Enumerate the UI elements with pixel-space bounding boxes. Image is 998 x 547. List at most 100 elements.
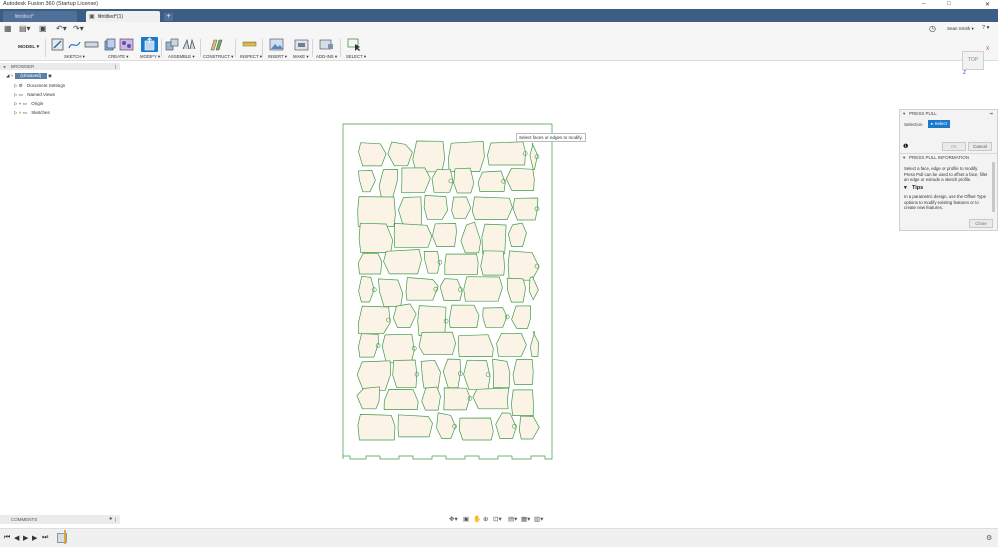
step-back-icon[interactable]: ◀ [14, 534, 19, 542]
sketch-profile[interactable] [421, 386, 441, 411]
sketch-profile[interactable] [397, 414, 433, 438]
sketch-profile[interactable] [511, 389, 534, 416]
grid-settings-icon[interactable]: ▦▾ [521, 515, 530, 523]
sketch-profile[interactable] [356, 360, 392, 391]
sketch-profile[interactable] [378, 169, 398, 198]
sketch-profile[interactable] [496, 333, 527, 357]
sketch-profile[interactable] [512, 197, 539, 221]
sketch-profile[interactable] [506, 277, 526, 303]
timeline-marker[interactable] [64, 530, 66, 544]
go-to-end-icon[interactable]: ⏭ [42, 534, 48, 542]
pan-icon[interactable]: ✋ [473, 515, 481, 523]
sketch-profile[interactable] [492, 358, 511, 389]
sketch-profile[interactable] [401, 167, 431, 194]
sketch-profile[interactable] [383, 389, 419, 410]
sketch-profile[interactable] [412, 140, 446, 173]
sketch-profile[interactable] [477, 170, 506, 192]
cancel-button[interactable]: Cancel [968, 142, 992, 151]
sketch-profile[interactable] [420, 359, 441, 389]
add-comment-icon[interactable]: ● [109, 516, 112, 522]
zoom-icon[interactable]: ⊕ [483, 515, 488, 523]
sketch-profile[interactable] [444, 253, 479, 276]
go-to-start-icon[interactable]: ⏮ [4, 534, 10, 542]
sketch-profile[interactable] [392, 359, 418, 389]
sketch-profile[interactable] [439, 278, 463, 301]
tips-toggle-icon[interactable]: ▾ [904, 185, 907, 191]
sketch-profile[interactable] [405, 277, 439, 301]
orbit-icon[interactable]: ✥▾ [449, 515, 458, 523]
voronoi-profiles[interactable] [356, 140, 540, 441]
sketch-profile[interactable] [358, 305, 391, 335]
play-icon[interactable]: ▶ [23, 534, 28, 542]
viewcube-face-top[interactable]: TOP [962, 51, 984, 70]
sketch-profile[interactable] [423, 251, 440, 274]
sketch-profile[interactable] [507, 222, 527, 247]
look-at-icon[interactable]: ▣ [463, 515, 469, 523]
sketch-profile[interactable] [418, 331, 456, 356]
sketch-profile[interactable] [358, 275, 375, 303]
sketch-profile[interactable] [529, 142, 538, 171]
collapse-icon[interactable]: ▾ [903, 111, 905, 117]
sketch-profile[interactable] [471, 196, 513, 220]
sketch-profile[interactable] [356, 386, 380, 410]
viewcube[interactable]: X Z TOP [958, 46, 994, 76]
cursor-arrow-icon: ▸ [930, 121, 934, 126]
sketch-profile[interactable] [431, 168, 454, 193]
sketch-profile[interactable] [432, 223, 457, 247]
sketch-profile[interactable] [448, 304, 480, 328]
sketch-profile[interactable] [358, 170, 376, 193]
sketch-profile[interactable] [482, 307, 508, 328]
close-button[interactable]: Close [969, 219, 993, 228]
info-icon[interactable]: ❶ [903, 143, 908, 150]
viewports-icon[interactable]: ▥▾ [534, 515, 543, 523]
sketch-profile[interactable] [511, 305, 531, 329]
pin-icon[interactable]: | [115, 517, 116, 522]
sketch-profile[interactable] [383, 249, 422, 275]
sketch-profile[interactable] [393, 303, 417, 328]
fit-icon[interactable]: ⊡▾ [493, 515, 502, 523]
sketch-profile[interactable] [487, 141, 526, 166]
scrollbar[interactable] [992, 162, 995, 212]
ok-button[interactable]: OK [942, 142, 966, 151]
sketch-profile[interactable] [472, 387, 510, 410]
expand-dialog-icon[interactable]: ⇥ [989, 111, 993, 117]
sketch-profile[interactable] [495, 412, 517, 439]
comments-panel[interactable]: COMMENTS ● | [0, 515, 120, 524]
sketch-profile[interactable] [398, 196, 422, 227]
sketch-profile[interactable] [453, 167, 475, 194]
design-canvas[interactable] [0, 0, 998, 546]
sketch-profile[interactable] [460, 221, 482, 254]
sketch-profile[interactable] [518, 415, 540, 440]
sketch-profile[interactable] [530, 331, 540, 357]
sketch-profile[interactable] [507, 250, 540, 281]
sketch-profile[interactable] [358, 333, 379, 358]
sketch-profile[interactable] [505, 167, 535, 191]
sketch-profile[interactable] [459, 417, 494, 441]
sketch-profile[interactable] [358, 142, 387, 167]
sketch-profile[interactable] [448, 140, 485, 172]
sketch-profile[interactable] [443, 387, 471, 411]
sketch-profile[interactable] [463, 276, 503, 302]
timeline-settings-icon[interactable]: ⚙ [986, 534, 992, 542]
sketch-profile[interactable] [451, 196, 472, 219]
sketch-profile[interactable] [481, 223, 507, 255]
sketch-profile[interactable] [512, 358, 534, 385]
sketch-profile[interactable] [423, 195, 448, 220]
sketch-profile[interactable] [417, 305, 447, 336]
sketch-profile[interactable] [357, 414, 396, 441]
sketch-profile[interactable] [357, 252, 383, 275]
collapse-icon[interactable]: ▾ [903, 155, 905, 161]
sketch-profile[interactable] [457, 334, 494, 357]
select-button[interactable]: ▸ Select [928, 120, 950, 128]
sketch-profile[interactable] [442, 358, 461, 389]
sketch-profile[interactable] [387, 141, 413, 167]
sketch-profile[interactable] [358, 222, 393, 253]
sketch-profile[interactable] [393, 223, 433, 248]
sketch-profile[interactable] [480, 250, 505, 276]
sketch-profile[interactable] [381, 333, 415, 364]
sketch-profile[interactable] [378, 278, 404, 307]
step-forward-icon[interactable]: ▶ [32, 534, 37, 542]
sketch-profile[interactable] [528, 276, 539, 301]
display-settings-icon[interactable]: ▤▾ [508, 515, 517, 523]
sketch-profile[interactable] [357, 196, 396, 227]
